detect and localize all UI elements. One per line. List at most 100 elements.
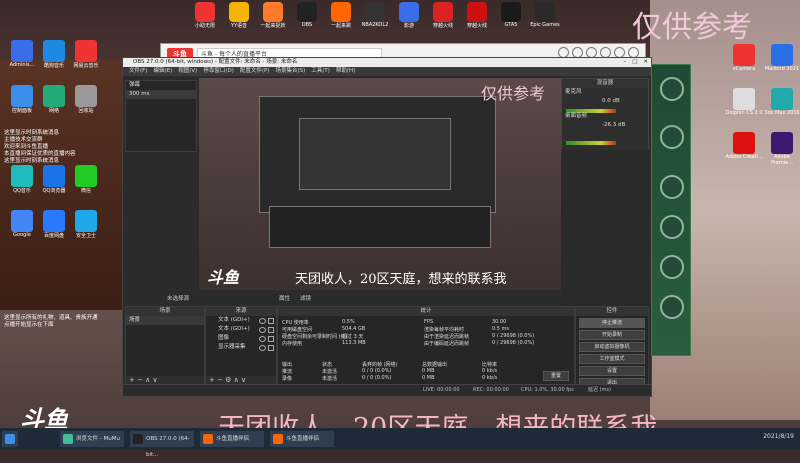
table-cell: 0 MB xyxy=(422,368,435,374)
visibility-icon[interactable] xyxy=(259,327,266,333)
game-icon[interactable] xyxy=(660,295,684,319)
game-icon[interactable] xyxy=(660,175,684,199)
desktop-shortcut[interactable]: 一起来跳 xyxy=(326,0,356,36)
table-cell: 0 / 0 (0.0%) xyxy=(362,368,392,374)
column-header: 比特率 xyxy=(482,362,498,368)
reset-button[interactable]: 重置 xyxy=(543,371,569,381)
menu-item[interactable]: 停靠窗口(D) xyxy=(203,67,234,76)
taskbar-item[interactable]: 浏览文件 - MuMu xyxy=(60,431,124,447)
note-line: 这里显示时刻系统消息 xyxy=(4,130,60,136)
note-line: 点播开始显示在下面 xyxy=(4,322,54,328)
desktop-shortcut[interactable]: Dolphin CS 2.0 xyxy=(725,88,763,116)
source-item[interactable]: 文本 (GDI+) xyxy=(206,325,276,334)
stat-cell: 可用磁盘空间 xyxy=(282,327,313,333)
visibility-icon[interactable] xyxy=(259,336,266,342)
menu-item[interactable]: 帮助(H) xyxy=(336,67,355,76)
table-row: 录像 未激活 0 / 0 (0.0%) 0 MB 0 kb/s xyxy=(282,375,547,382)
control-button[interactable]: 设置 xyxy=(579,366,645,376)
stat-cell: 渲染每帧平均耗时 xyxy=(424,327,465,333)
lock-icon[interactable] xyxy=(268,336,274,342)
desktop-shortcut[interactable]: 小助无限 xyxy=(190,0,220,36)
app-icon xyxy=(771,44,793,66)
shortcut-label: Epic Games xyxy=(530,22,560,28)
app-icon xyxy=(771,132,793,154)
left-dock-item[interactable]: 300 ms xyxy=(126,90,196,99)
minimize-icon[interactable]: – xyxy=(623,58,626,67)
shortcut-label: 小助无限 xyxy=(194,23,215,29)
control-button[interactable]: 开始录制 xyxy=(579,330,645,340)
shortcut-label: 3ds Max 2016 xyxy=(764,110,800,116)
game-icon[interactable] xyxy=(660,215,684,239)
desktop-shortcut[interactable]: Adobe Premie... xyxy=(763,132,800,166)
stat-cell: 113.3 MB xyxy=(342,340,366,346)
desktop-shortcut[interactable]: 影游 xyxy=(394,0,424,36)
taskbar-item[interactable]: OBS 27.0.0 (64-bit... xyxy=(130,431,194,458)
menu-item[interactable]: 工具(T) xyxy=(311,67,330,76)
game-icon[interactable] xyxy=(660,77,684,101)
visibility-icon[interactable] xyxy=(259,318,266,324)
audio-meter[interactable] xyxy=(566,141,616,145)
menu-item[interactable]: 视图(V) xyxy=(178,67,197,76)
stat-cell: 0 / 29698 (0.0%) xyxy=(492,333,535,339)
scene-item[interactable]: 场景 xyxy=(126,316,204,325)
menu-item[interactable]: 编辑(E) xyxy=(153,67,172,76)
taskbar-item[interactable]: 斗鱼直播伴侣 xyxy=(270,431,334,447)
menu-item[interactable]: 文件(F) xyxy=(129,67,147,76)
app-icon xyxy=(501,2,521,22)
obs-title: OBS 27.0.0 (64-bit, windows) - 配置文件: 未命名… xyxy=(133,59,298,65)
shortcut-label: YY语音 xyxy=(230,23,248,29)
table-cell: 录像 xyxy=(282,376,293,382)
properties-button[interactable]: 属性 xyxy=(279,294,290,304)
desktop-shortcut[interactable]: 穿越火线 xyxy=(428,0,458,36)
desktop-shortcut[interactable]: 穿越火线 xyxy=(462,0,492,36)
visibility-icon[interactable] xyxy=(259,345,266,351)
controls-buttons: 停止推流 开始录制 启动虚拟摄像机 工作室模式 设置 退出 xyxy=(576,318,648,388)
desktop-shortcut[interactable]: GTA5 xyxy=(496,0,526,36)
desktop-shortcut[interactable]: Epic Games xyxy=(530,0,560,36)
source-item[interactable]: 图像 xyxy=(206,334,276,343)
left-dock-item[interactable]: 弹幕 xyxy=(126,81,196,90)
source-item[interactable]: 显示器采集 xyxy=(206,343,276,352)
start-button[interactable] xyxy=(2,431,18,447)
note-line: 本直播间保证优质的直播内容 xyxy=(4,151,76,157)
control-button[interactable]: 工作室模式 xyxy=(579,354,645,364)
control-button[interactable]: 停止推流 xyxy=(579,318,645,328)
column-header: 总数据输出 xyxy=(422,362,448,368)
lock-icon[interactable] xyxy=(268,318,274,324)
game-icon[interactable] xyxy=(660,255,684,279)
table-cell: 未激活 xyxy=(322,376,338,382)
rec-status: REC: 00:00:00 xyxy=(473,387,509,393)
column-header: 状态 xyxy=(322,362,333,368)
menu-item[interactable]: 场景集合(S) xyxy=(275,67,305,76)
desktop-shortcut[interactable]: 回收站 xyxy=(68,85,104,114)
desktop-shortcut[interactable]: YY语音 xyxy=(224,0,254,36)
stats-row: CPU 使用率 0.5% FPS 30.00 xyxy=(282,319,552,326)
menu-item[interactable]: 配置文件(P) xyxy=(240,67,270,76)
desktop-shortcut[interactable]: vCamera xyxy=(725,44,763,72)
close-icon[interactable]: ✕ xyxy=(643,58,648,67)
desktop-shortcut[interactable]: Mailbird 2021 xyxy=(763,44,800,72)
clock[interactable]: 2021/8/19 xyxy=(763,433,794,440)
shortcut-label: vCamera xyxy=(732,66,756,72)
sources-title: 来源 xyxy=(206,307,276,316)
desktop-shortcut[interactable]: 网易云音乐 xyxy=(68,40,104,69)
lock-icon[interactable] xyxy=(268,327,274,333)
desktop-shortcut[interactable]: OBS xyxy=(292,0,322,36)
note-line: 这里显示时刻系统消息 xyxy=(4,158,60,164)
scenes-title: 场景 xyxy=(126,307,204,316)
taskbar-item[interactable]: 斗鱼直播伴侣 xyxy=(200,431,264,447)
control-button[interactable]: 启动虚拟摄像机 xyxy=(579,342,645,352)
source-item[interactable]: 文本 (GDI+) xyxy=(206,316,276,325)
obs-window: OBS 27.0.0 (64-bit, windows) - 配置文件: 未命名… xyxy=(122,57,652,397)
app-icon xyxy=(399,2,419,22)
shortcut-label: GTA5 xyxy=(504,22,518,28)
desktop-shortcut[interactable]: 3ds Max 2016 xyxy=(763,88,800,116)
desktop-shortcut[interactable]: Adobe Creati... xyxy=(725,132,763,160)
maximize-icon[interactable]: □ xyxy=(632,58,637,67)
filters-button[interactable]: 滤镜 xyxy=(300,294,311,304)
desktop-shortcut[interactable]: 一起来捉妖 xyxy=(258,0,288,36)
preview-canvas[interactable]: 仅供参考 天团收人，20区天庭，想来的联系我 斗鱼 xyxy=(199,78,561,290)
game-icon[interactable] xyxy=(660,125,684,149)
lock-icon[interactable] xyxy=(268,345,274,351)
desktop-shortcut[interactable]: NBA2KOL2 xyxy=(360,0,390,36)
